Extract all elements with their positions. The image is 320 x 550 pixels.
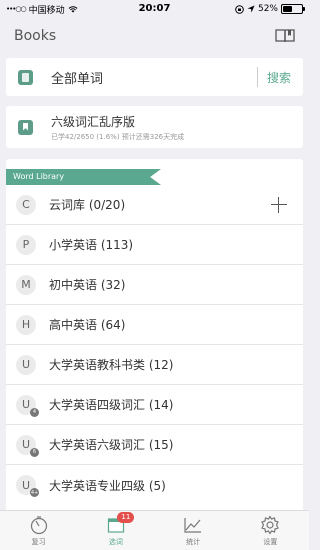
divider — [256, 67, 258, 87]
word-library-ribbon: Word Library — [6, 169, 161, 185]
notification-badge: 11 — [117, 512, 135, 523]
add-icon[interactable] — [271, 196, 287, 213]
line-chart-icon — [184, 517, 202, 533]
word-library-panel: Word Library C 云词库 (0/20) P 小学英语 (113) M… — [6, 159, 303, 519]
tab-settings[interactable]: 设置 — [232, 511, 309, 550]
letter-avatar: U — [16, 354, 36, 375]
level-badge: 6 — [30, 447, 39, 457]
library-item-label: 小学英语 (113) — [49, 238, 134, 252]
library-item-cloud[interactable]: C 云词库 (0/20) — [6, 185, 303, 225]
library-item-label: 云词库 (0/20) — [49, 198, 126, 212]
open-book-icon[interactable] — [275, 28, 295, 44]
current-book-title: 六级词汇乱序版 — [51, 114, 136, 129]
current-book-row[interactable]: 六级词汇乱序版 已学42/2650 (1.6%) 预计还需326天完成 — [6, 106, 303, 148]
status-time: 20:07 — [138, 3, 171, 14]
level-badge: 4 — [30, 407, 39, 417]
tab-label: 设置 — [263, 537, 278, 546]
library-item-cet4[interactable]: U4 大学英语四级词汇 (14) — [6, 385, 303, 425]
letter-avatar: U4 — [16, 394, 39, 417]
library-item-high[interactable]: H 高中英语 (64) — [6, 305, 303, 345]
tab-label: 统计 — [186, 537, 201, 546]
all-words-row[interactable]: 全部单词 搜索 — [6, 58, 303, 96]
library-item-textbook[interactable]: U 大学英语教科书类 (12) — [6, 345, 303, 385]
app-header: Books — [0, 18, 309, 54]
letter-avatar: H — [16, 314, 36, 335]
gear-icon — [261, 514, 280, 535]
library-item-label: 初中英语 (32) — [49, 278, 126, 292]
library-item-label: 大学英语专业四级 (5) — [49, 478, 166, 493]
status-bar: •••○○ 中国移动 20:07 52% — [0, 0, 309, 18]
tab-stats[interactable]: 统计 — [155, 511, 232, 550]
letter-avatar: U 4+ — [16, 475, 39, 497]
tab-label: 复习 — [31, 537, 46, 546]
library-item-label: 大学英语六级词汇 (15) — [49, 438, 174, 452]
search-button[interactable]: 搜索 — [267, 69, 291, 86]
current-book-progress: 已学42/2650 (1.6%) 预计还需326天完成 — [51, 132, 185, 141]
notebook-icon — [18, 69, 33, 85]
library-item-cet6[interactable]: U6 大学英语六级词汇 (15) — [6, 425, 303, 465]
library-item-primary[interactable]: P 小学英语 (113) — [6, 225, 303, 265]
library-item-label: 高中英语 (64) — [49, 318, 126, 332]
tab-label: 选词 — [108, 537, 123, 546]
page-title: Books — [14, 28, 57, 44]
tab-bar: 复习 11 选词 统计 设置 — [0, 510, 309, 550]
tab-review[interactable]: 复习 — [0, 511, 77, 550]
letter-avatar: M — [16, 274, 36, 295]
bookmark-icon — [18, 119, 33, 135]
tab-select-words[interactable]: 11 选词 — [77, 511, 154, 550]
library-item-tem4[interactable]: U 4+ 大学英语专业四级 (5) — [6, 465, 303, 505]
letter-avatar: C — [16, 194, 36, 215]
library-item-label: 大学英语四级词汇 (14) — [49, 398, 174, 412]
level-badge: 4+ — [30, 488, 39, 497]
stopwatch-icon — [30, 515, 47, 534]
letter-avatar: P — [16, 234, 36, 255]
all-words-label: 全部单词 — [51, 71, 104, 87]
library-item-middle[interactable]: M 初中英语 (32) — [6, 265, 303, 305]
word-library-list: C 云词库 (0/20) P 小学英语 (113) M 初中英语 (32) H … — [6, 185, 303, 505]
letter-avatar: U6 — [16, 434, 39, 457]
battery-icon — [281, 4, 305, 14]
library-item-label: 大学英语教科书类 (12) — [49, 358, 174, 372]
